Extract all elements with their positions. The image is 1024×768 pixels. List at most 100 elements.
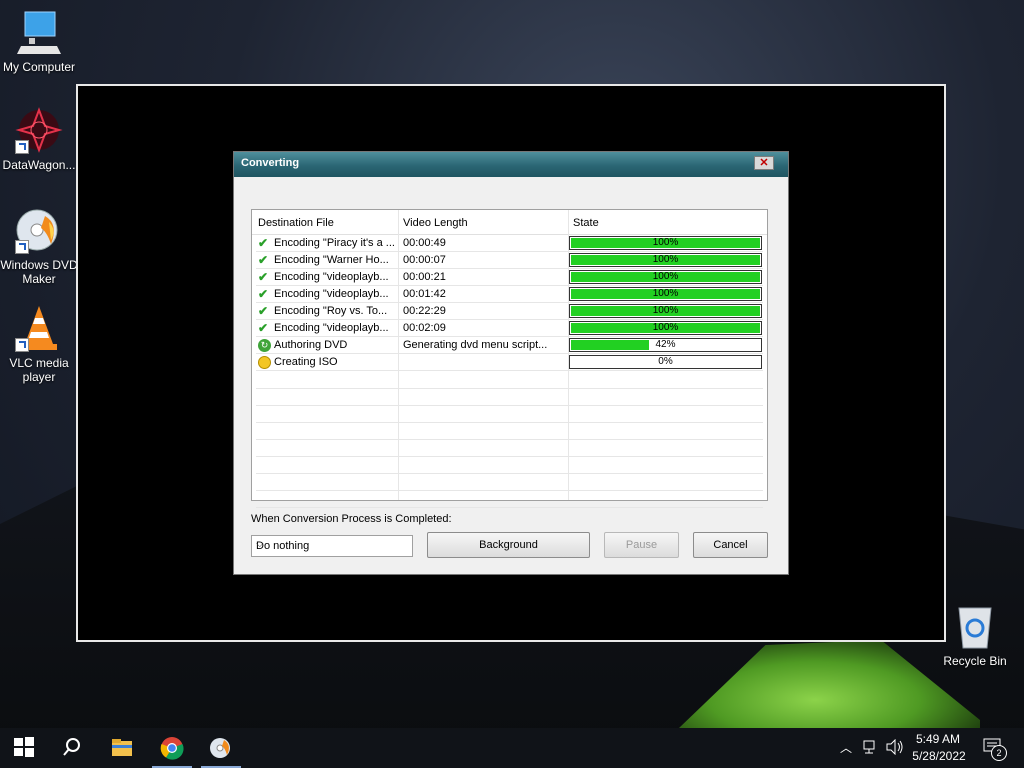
computer-icon [15,8,63,56]
progress-text: 0% [658,356,673,367]
desktop-icon-label: Recycle Bin [943,654,1007,668]
shortcut-arrow-icon [15,240,29,254]
shortcut-arrow-icon [15,338,29,352]
progress-bar: 42% [569,338,762,352]
table-row[interactable]: ↻ Authoring DVD Generating dvd menu script… [252,337,767,354]
video-length-cell: 00:02:09 [403,322,446,334]
file-explorer-icon[interactable] [110,736,134,760]
close-button[interactable]: ✕ [754,156,774,170]
desktop-icon-label: VLC media player [9,356,69,384]
progress-text: 100% [652,288,679,299]
dialog-title: Converting [241,157,300,169]
table-row[interactable]: Creating ISO 0% [252,354,767,371]
video-length-cell: 00:00:21 [403,271,446,283]
empty-row-line [256,422,763,423]
desktop-icon-my-computer[interactable]: My Computer [0,8,78,74]
desktop-icon-label: Windows DVD Maker [0,258,78,286]
progress-bar: 100% [569,287,762,301]
desktop-icon-windows-dvd-maker[interactable]: Windows DVD Maker [0,206,78,286]
progress-text: 100% [652,305,679,316]
empty-row-line [256,490,763,491]
dvd-maker-icon [15,206,63,254]
check-icon: ✔ [258,253,269,267]
table-row[interactable]: ✔ Encoding "Piracy it's a ... 00:00:49 100% [252,235,767,252]
video-length-cell: 00:00:49 [403,237,446,249]
video-length-cell: Generating dvd menu script... [403,339,548,351]
in-progress-icon: ↻ [258,339,271,352]
completion-label: When Conversion Process is Completed: [251,513,452,525]
background-button[interactable]: Background [427,532,590,558]
close-icon: ✕ [759,157,769,169]
list-header: Destination File Video Length State [252,210,767,235]
check-icon: ✔ [258,321,269,335]
progress-text: 42% [655,339,676,350]
converting-dialog: Converting ✕ Destination File Video Leng… [233,151,789,575]
column-header-state[interactable]: State [573,217,599,229]
desktop-icon-vlc[interactable]: VLC media player [0,304,78,384]
check-icon: ✔ [258,236,269,250]
chrome-icon[interactable] [160,736,184,760]
chevron-up-icon[interactable]: ︿ [840,739,852,756]
progress-text: 100% [652,254,679,265]
video-length-cell: 00:00:07 [403,254,446,266]
completion-action-select[interactable]: Do nothing ⌵ [251,535,413,557]
taskbar: ︿ 5:49 AM 5/28/2022 2 [0,728,1024,768]
shortcut-arrow-icon [15,140,29,154]
desktop-icon-datawagon[interactable]: DataWagon... [0,106,78,172]
progress-text: 100% [652,271,679,282]
video-length-cell: 00:22:29 [403,305,446,317]
empty-row-line [256,439,763,440]
destination-file-cell: Creating ISO [274,356,338,368]
empty-row-line [256,388,763,389]
destination-file-cell: Authoring DVD [274,339,348,351]
check-icon: ✔ [258,270,269,284]
progress-bar: 0% [569,355,762,369]
volume-icon[interactable] [886,738,904,758]
check-icon: ✔ [258,287,269,301]
pause-button[interactable]: Pause [604,532,679,558]
clock-time[interactable]: 5:49 AM [914,732,962,746]
conversion-list[interactable]: Destination File Video Length State ✔ Enc… [251,209,768,508]
vlc-icon [15,304,63,352]
table-row[interactable]: ✔ Encoding "Roy vs. To... 00:22:29 100% [252,303,767,320]
cancel-button[interactable]: Cancel [693,532,768,558]
notification-center-icon[interactable]: 2 [982,737,1007,761]
network-icon[interactable] [863,739,879,758]
progress-text: 100% [652,322,679,333]
search-icon[interactable] [61,736,85,760]
destination-file-cell: Encoding "videoplayb... [274,271,389,283]
dvd-app-icon[interactable] [209,736,233,760]
empty-row-line [256,473,763,474]
dialog-titlebar[interactable]: Converting ✕ [234,152,788,177]
start-icon[interactable] [13,736,37,760]
table-row[interactable]: ✔ Encoding "videoplayb... 00:02:09 100% [252,320,767,337]
destination-file-cell: Encoding "Roy vs. To... [274,305,388,317]
destination-file-cell: Encoding "videoplayb... [274,288,389,300]
chevron-down-icon: ⌵ [256,539,264,550]
progress-bar: 100% [569,321,762,335]
desktop-icon-label: DataWagon... [2,158,76,172]
destination-file-cell: Encoding "Piracy it's a ... [274,237,394,249]
row-divider [256,370,763,371]
progress-bar: 100% [569,236,762,250]
destination-file-cell: Encoding "videoplayb... [274,322,389,334]
check-icon: ✔ [258,304,269,318]
desktop-icon-label: My Computer [2,60,76,74]
progress-bar: 100% [569,270,762,284]
empty-row-line [256,456,763,457]
column-header-video-length[interactable]: Video Length [403,217,468,229]
destination-file-cell: Encoding "Warner Ho... [274,254,389,266]
clock-date[interactable]: 5/28/2022 [910,749,968,763]
pending-icon [258,356,271,369]
notification-count-badge: 2 [991,745,1007,761]
progress-text: 100% [652,237,679,248]
recycle-bin-icon [951,602,999,650]
video-length-cell: 00:01:42 [403,288,446,300]
table-row[interactable]: ✔ Encoding "videoplayb... 00:00:21 100% [252,269,767,286]
table-row[interactable]: ✔ Encoding "videoplayb... 00:01:42 100% [252,286,767,303]
table-row[interactable]: ✔ Encoding "Warner Ho... 00:00:07 100% [252,252,767,269]
progress-bar: 100% [569,304,762,318]
progress-bar: 100% [569,253,762,267]
desktop-icon-recycle-bin[interactable]: Recycle Bin [936,602,1014,668]
column-header-destination-file[interactable]: Destination File [258,217,334,229]
